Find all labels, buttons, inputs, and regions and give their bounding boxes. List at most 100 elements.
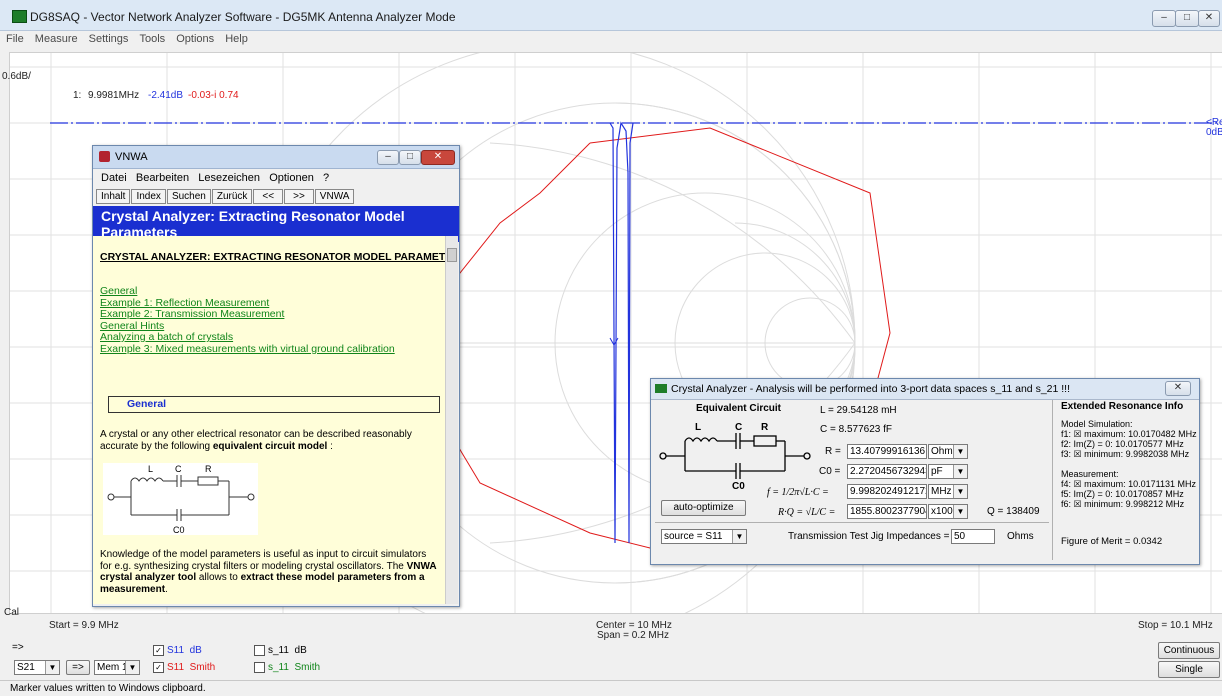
r-unit-text: Ohm xyxy=(931,446,953,457)
c0-value-input[interactable]: 2.2720456732943 xyxy=(847,464,927,479)
source-select[interactable]: source = S11 ▼ xyxy=(661,529,747,544)
help-tab-prev[interactable]: << xyxy=(253,189,284,204)
memory-select[interactable]: Mem 1 ▼ xyxy=(94,660,140,675)
maximize-button[interactable]: □ xyxy=(1175,10,1199,27)
link-example2[interactable]: Example 2: Transmission Measurement xyxy=(100,308,395,321)
help-menu-question[interactable]: ? xyxy=(323,172,329,184)
t1-format: dB xyxy=(189,645,202,657)
memory-select-text: Mem 1 xyxy=(97,662,128,673)
link-example3[interactable]: Example 3: Mixed measurements with virtu… xyxy=(100,343,395,356)
f5-line: f5: Im(Z) = 0: 10.0170857 MHz xyxy=(1061,489,1184,499)
help-tab-suchen[interactable]: Suchen xyxy=(166,189,211,204)
r-unit-select[interactable]: Ohm ▼ xyxy=(928,444,968,459)
auto-optimize-button[interactable]: auto-optimize xyxy=(661,500,746,516)
r-value-input[interactable]: 13.40799916136 xyxy=(847,444,927,459)
marker-frequency: 9.9981MHz xyxy=(88,90,140,101)
t4-format: Smith xyxy=(294,662,321,674)
circuit-label-C: C xyxy=(175,464,182,474)
circuit-label-C0: C0 xyxy=(173,525,185,535)
q-factor: Q = 138409 xyxy=(987,506,1040,517)
chevron-down-icon: ▼ xyxy=(953,465,967,478)
status-text: Marker values written to Windows clipboa… xyxy=(10,683,206,694)
help-scroll-thumb[interactable] xyxy=(447,248,457,262)
para2-text-a: Knowledge of the model parameters is use… xyxy=(100,549,427,572)
menu-file[interactable]: File xyxy=(6,33,24,45)
single-sweep-button[interactable]: Single Sweep xyxy=(1158,661,1220,690)
scale-label: 0.6dB/ xyxy=(2,71,31,82)
rq-unit-select[interactable]: x1000 ▼ xyxy=(928,504,968,519)
para2-text-b: allows to xyxy=(196,572,241,583)
help-menu-lesezeichen[interactable]: Lesezeichen xyxy=(198,172,260,184)
continuous-button[interactable]: Continuous xyxy=(1158,642,1220,659)
trace-toggle-s_11-db[interactable]: s_11 dB xyxy=(254,645,307,656)
frequency-unit-text: MHz xyxy=(931,486,952,497)
help-maximize-button[interactable]: □ xyxy=(399,150,421,165)
t3-format: dB xyxy=(294,645,307,657)
stop-frequency: Stop = 10.1 MHz xyxy=(1138,620,1213,631)
frequency-value-input[interactable]: 9.9982024912172 xyxy=(847,484,927,499)
link-batch[interactable]: Analyzing a batch of crystals xyxy=(100,331,395,344)
menu-measure[interactable]: Measure xyxy=(35,33,78,45)
f3-line: f3: ☒ minimum: 9.9982038 MHz xyxy=(1061,449,1190,459)
ext-resonance-title: Extended Resonance Info xyxy=(1061,401,1184,412)
help-tab-inhalt[interactable]: Inhalt xyxy=(96,189,131,204)
crystal-app-icon xyxy=(655,384,667,393)
frequency-unit-select[interactable]: MHz ▼ xyxy=(928,484,968,499)
menu-help[interactable]: Help xyxy=(225,33,248,45)
help-close-button[interactable]: ✕ xyxy=(421,150,455,165)
t2-format: Smith xyxy=(189,662,216,674)
help-circuit-image: L C R C0 xyxy=(103,463,258,535)
measurement-label: Measurement: xyxy=(1061,469,1119,479)
help-menu-datei[interactable]: Datei xyxy=(101,172,127,184)
trace-toggle-s11-smith[interactable]: ✓ S11 Smith xyxy=(153,662,215,673)
link-general[interactable]: General xyxy=(100,285,395,298)
circuit-label-R: R xyxy=(205,464,212,474)
f2-line: f2: Im(Z) = 0: 10.0170577 MHz xyxy=(1061,439,1184,449)
menu-options[interactable]: Options xyxy=(176,33,214,45)
eq-circuit-label: Equivalent Circuit xyxy=(696,403,782,414)
crystal-divider xyxy=(655,522,1049,523)
help-scrollbar[interactable] xyxy=(445,236,458,604)
chevron-down-icon: ▼ xyxy=(125,661,139,674)
help-tab-index[interactable]: Index xyxy=(131,189,166,204)
c0-unit-select[interactable]: pF ▼ xyxy=(928,464,968,479)
para2-text-c: . xyxy=(165,583,168,595)
start-frequency: Start = 9.9 MHz xyxy=(49,620,119,631)
minimize-button[interactable]: – xyxy=(1152,10,1176,27)
help-menu-optionen[interactable]: Optionen xyxy=(269,172,314,184)
jig-impedance-label: Transmission Test Jig Impedances = xyxy=(788,531,950,542)
help-tab-vnwa[interactable]: VNWA xyxy=(314,189,355,204)
trace-toggle-s_11-smith[interactable]: s_11 Smith xyxy=(254,662,320,673)
checkbox-checked-icon[interactable]: ✓ xyxy=(153,645,164,656)
help-tab-next[interactable]: >> xyxy=(284,189,314,204)
help-minimize-button[interactable]: – xyxy=(377,150,399,165)
rq-value-input[interactable]: 1855.8002377904 xyxy=(847,504,927,519)
t4-name: s_11 xyxy=(268,662,289,674)
trace-toggle-s11-db[interactable]: ✓ S11 dB xyxy=(153,645,202,656)
menu-settings[interactable]: Settings xyxy=(89,33,129,45)
checkbox-unchecked-icon[interactable] xyxy=(254,662,265,673)
source-text: source = S11 xyxy=(664,531,723,542)
marker-db-value: -2.41dB xyxy=(148,90,184,101)
para1-bold: equivalent circuit model xyxy=(212,441,328,452)
checkbox-checked-icon[interactable]: ✓ xyxy=(153,662,164,673)
chevron-down-icon: ▼ xyxy=(732,530,746,543)
trace-select-text: S21 xyxy=(17,662,35,673)
chevron-down-icon: ▼ xyxy=(45,661,59,674)
crystal-close-button[interactable]: ✕ xyxy=(1165,381,1191,396)
close-button[interactable]: ✕ xyxy=(1198,10,1220,27)
title-bar: DG8SAQ - Vector Network Analyzer Softwar… xyxy=(0,0,1222,31)
trace-select[interactable]: S21 ▼ xyxy=(14,660,60,675)
copy-trace-button[interactable]: => xyxy=(66,660,90,675)
help-menu-bearbeiten[interactable]: Bearbeiten xyxy=(136,172,189,184)
help-content: CRYSTAL ANALYZER: EXTRACTING RESONATOR M… xyxy=(93,236,445,604)
marker-complex-value: -0.03-i 0.74 xyxy=(188,90,239,101)
status-bar: Marker values written to Windows clipboa… xyxy=(0,680,1222,696)
jig-impedance-input[interactable]: 50 xyxy=(951,529,995,544)
c0-unit-text: pF xyxy=(931,466,943,477)
help-tab-zurueck[interactable]: Zurück xyxy=(211,189,253,204)
checkbox-unchecked-icon[interactable] xyxy=(254,645,265,656)
r-label: R = xyxy=(825,446,841,457)
menu-tools[interactable]: Tools xyxy=(139,33,165,45)
crystal-label-C: C xyxy=(735,422,742,433)
